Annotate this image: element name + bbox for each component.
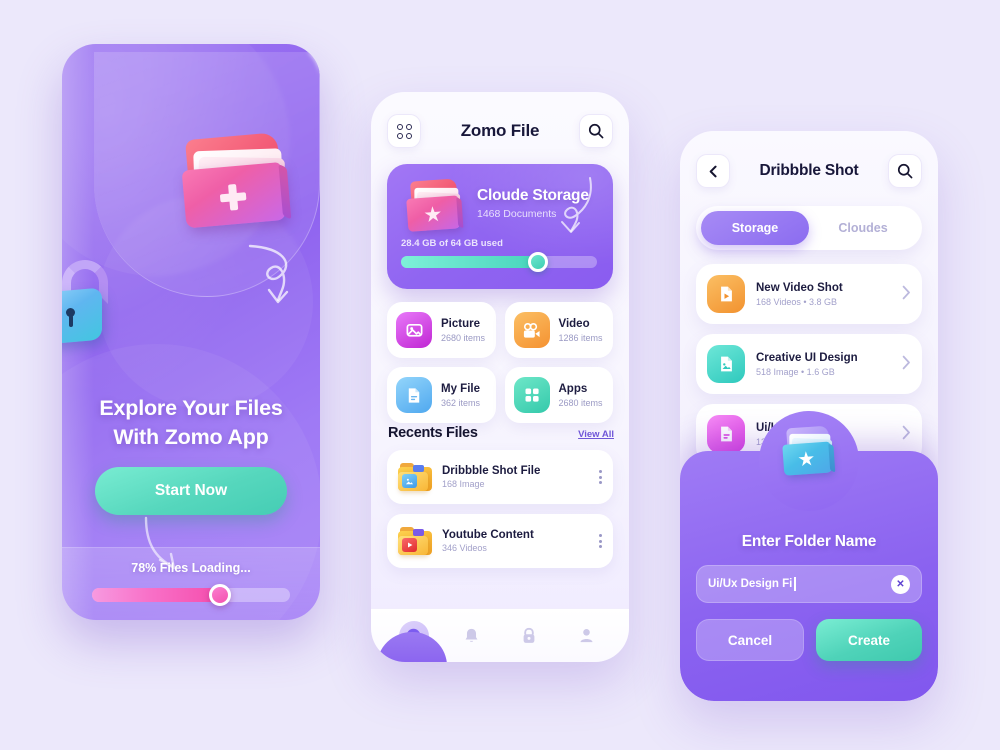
storage-cloudes-tabs: Storage Cloudes [696,206,922,250]
category-tile-picture[interactable]: Picture 2680 items [387,302,496,358]
loading-label: 78% Files Loading... [131,561,251,575]
title-line-2: With Zomo App [113,425,269,449]
chevron-right-icon[interactable] [902,355,911,374]
loading-panel: 78% Files Loading... [62,547,320,620]
page-title: Dribbble Shot [759,162,859,179]
dribbble-shot-screen: Dribbble Shot Storage Cloudes New Video … [680,131,938,701]
category-tile-apps[interactable]: Apps 2680 items [504,367,613,423]
file-meta: 168 Image [442,479,485,489]
tab-cloudes[interactable]: Cloudes [809,211,917,245]
folder-star-3d-icon [402,178,468,240]
list-item[interactable]: Youtube Content 346 Videos [387,514,613,568]
folder-plus-3d-icon [173,129,299,239]
view-all-link[interactable]: View All [578,429,614,440]
file-screen-header: Zomo File [371,108,629,154]
page-title: Explore Your Files With Zomo App [62,394,320,452]
category-count: 1286 items [558,333,603,343]
tab-storage[interactable]: Storage [701,211,809,245]
storage-usage-label: 28.4 GB of 64 GB used [401,238,503,249]
video-camera-icon [513,312,550,348]
nav-bell-icon[interactable] [456,621,486,651]
recents-section-header: Recents Files View All [388,425,614,441]
text-caret [794,577,796,591]
curved-arrow-icon [561,177,592,233]
category-name: Apps [558,383,588,395]
page-title: Zomo File [460,121,540,140]
shot-screen-header: Dribbble Shot [680,149,938,193]
item-name: Creative UI Design [756,351,858,364]
cancel-button[interactable]: Cancel [696,619,804,661]
folder-video-icon [398,527,432,555]
recents-list: Dribbble Shot File 168 Image Youtube Con… [387,450,613,578]
back-button[interactable] [696,154,730,188]
decorative-hump [377,632,447,662]
storage-progress-knob[interactable] [528,252,548,272]
image-icon [396,312,432,348]
grid-menu-icon[interactable] [387,114,421,148]
category-count: 362 items [441,398,481,408]
storage-progress-track[interactable] [401,252,597,272]
file-manager-screen: Zomo File Cloude Storage 1468 Documents … [371,92,629,662]
padlock-3d-icon [62,260,116,348]
curved-arrow-icon [248,244,289,304]
create-button[interactable]: Create [816,619,922,661]
category-count: 2680 items [558,398,603,408]
loading-progress-knob[interactable] [209,584,231,606]
bottom-navigation [371,608,629,662]
category-name: My File [441,383,480,395]
more-options-icon[interactable] [599,470,602,484]
nav-user-icon[interactable] [571,621,601,651]
title-line-1: Explore Your Files [99,396,283,420]
list-item[interactable]: Creative UI Design 518 Image • 1.6 GB [696,334,922,394]
loading-progress-track[interactable] [92,584,290,606]
list-item[interactable]: New Video Shot 168 Videos • 3.8 GB [696,264,922,324]
loading-progress-fill [92,588,217,602]
folder-star-blue-3d-icon [778,425,840,484]
modal-title: Enter Folder Name [741,533,877,550]
list-item[interactable]: Dribbble Shot File 168 Image [387,450,613,504]
folder-image-icon [398,463,432,491]
section-title: Recents Files [388,425,478,441]
search-icon[interactable] [578,114,613,148]
category-tile-my-file[interactable]: My File 362 items [387,367,496,423]
item-meta: 518 Image • 1.6 GB [756,366,835,377]
file-name: Youtube Content [442,529,534,541]
start-now-button[interactable]: Start Now [95,467,287,515]
file-video-icon [707,275,745,313]
category-name: Picture [441,318,480,330]
grid-apps-icon [513,377,550,413]
create-folder-modal: Enter Folder Name Ui/Ux Design Fi ✕ Canc… [680,411,938,701]
chevron-right-icon[interactable] [902,285,911,304]
document-icon [396,377,432,413]
nav-lock-icon[interactable] [514,621,544,651]
category-count: 2680 items [441,333,486,343]
file-text-icon [707,415,745,453]
item-name: New Video Shot [756,281,843,294]
storage-progress-fill [401,256,539,268]
category-tiles: Picture 2680 items Video 1286 items My F… [387,302,613,423]
chevron-right-icon[interactable] [902,425,911,444]
category-name: Video [558,318,590,330]
category-tile-video[interactable]: Video 1286 items [504,302,613,358]
close-circle-icon[interactable]: ✕ [891,574,910,594]
folder-name-input[interactable]: Ui/Ux Design Fi ✕ [696,565,922,603]
file-name: Dribbble Shot File [442,465,541,477]
search-icon[interactable] [887,154,922,188]
cloud-storage-card[interactable]: Cloude Storage 1468 Documents 28.4 GB of… [387,164,613,289]
file-meta: 346 Videos [442,543,487,553]
folder-name-value: Ui/Ux Design Fi [708,578,793,590]
onboarding-screen: Explore Your Files With Zomo App Start N… [62,44,320,620]
modal-actions: Cancel Create [696,619,922,661]
file-image-icon [707,345,745,383]
chevron-left-icon [709,165,717,177]
item-meta: 168 Videos • 3.8 GB [756,296,838,307]
more-options-icon[interactable] [599,534,602,548]
